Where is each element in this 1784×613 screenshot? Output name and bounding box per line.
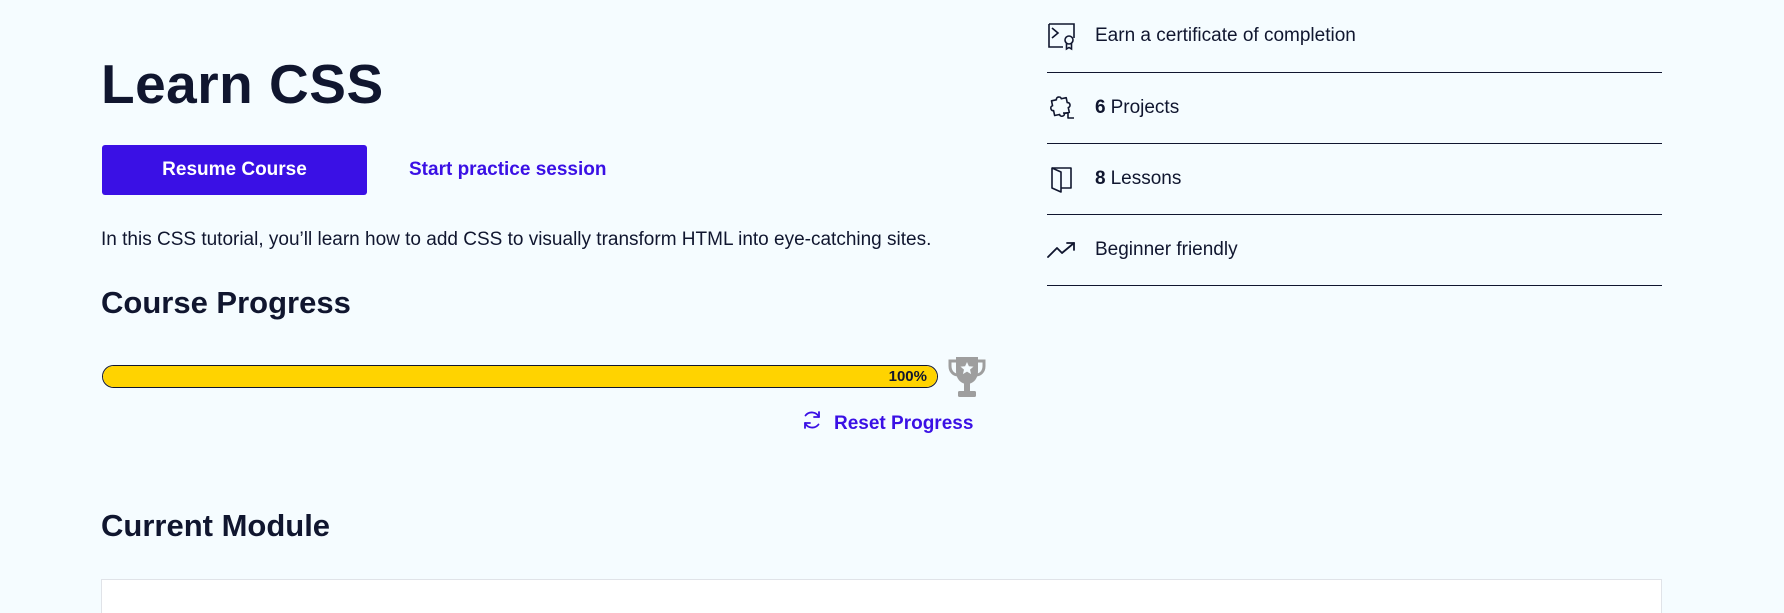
reset-progress-button[interactable]: Reset Progress bbox=[800, 408, 973, 440]
book-icon bbox=[1047, 164, 1077, 194]
course-description: In this CSS tutorial, you’ll learn how t… bbox=[101, 229, 932, 250]
progress-percent-label: 100% bbox=[888, 368, 927, 385]
course-page: Learn CSS Resume Course Start practice s… bbox=[0, 0, 1784, 613]
certificate-icon bbox=[1047, 21, 1077, 51]
puzzle-icon bbox=[1047, 93, 1077, 123]
feature-projects: 6 Projects bbox=[1047, 73, 1662, 144]
trend-up-icon bbox=[1047, 235, 1077, 265]
course-progress-heading: Course Progress bbox=[101, 285, 351, 320]
feature-beginner-friendly: Beginner friendly bbox=[1047, 215, 1662, 286]
feature-certificate: Earn a certificate of completion bbox=[1047, 0, 1662, 73]
course-features-list: Earn a certificate of completion 6 Projec… bbox=[1047, 0, 1662, 286]
lessons-count: 8 bbox=[1095, 168, 1106, 189]
feature-label: Beginner friendly bbox=[1095, 239, 1238, 260]
progress-fill bbox=[103, 366, 937, 387]
feature-lessons: 8 Lessons bbox=[1047, 144, 1662, 215]
refresh-icon bbox=[800, 408, 824, 440]
page-title: Learn CSS bbox=[101, 53, 384, 115]
feature-label: Earn a certificate of completion bbox=[1095, 25, 1356, 46]
feature-label: Projects bbox=[1110, 97, 1180, 118]
current-module-card[interactable] bbox=[101, 579, 1662, 613]
reset-progress-label: Reset Progress bbox=[834, 413, 974, 434]
start-practice-session-link[interactable]: Start practice session bbox=[409, 157, 606, 183]
current-module-heading: Current Module bbox=[101, 508, 331, 543]
projects-count: 6 bbox=[1095, 97, 1106, 118]
course-progress-bar: 100% bbox=[102, 365, 938, 388]
trophy-icon bbox=[946, 355, 988, 399]
resume-course-button[interactable]: Resume Course bbox=[102, 145, 367, 195]
feature-label: Lessons bbox=[1110, 168, 1182, 189]
